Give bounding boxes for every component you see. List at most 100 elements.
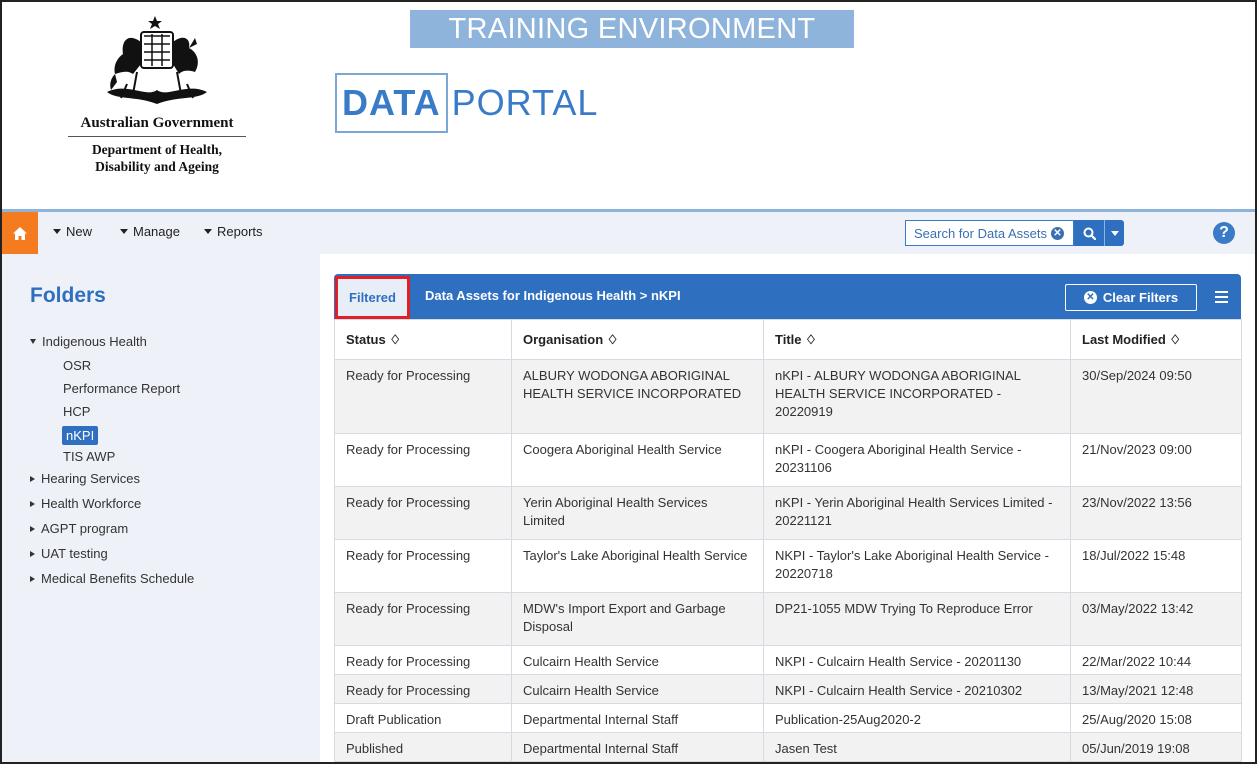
cell-last-modified: 30/Sep/2024 09:50 <box>1070 359 1242 434</box>
cell-organisation: Departmental Internal Staff <box>511 703 764 733</box>
folder-label: Hearing Services <box>41 471 140 486</box>
cell-title[interactable]: DP21-1055 MDW Trying To Reproduce Error <box>763 592 1071 646</box>
table-row[interactable]: Ready for Processing Culcairn Health Ser… <box>334 674 1242 704</box>
caret-down-icon <box>53 229 61 234</box>
help-icon[interactable]: ? <box>1213 222 1235 244</box>
cell-title[interactable]: NKPI - Taylor's Lake Aboriginal Health S… <box>763 539 1071 593</box>
collapsed-triangle-icon <box>30 500 35 507</box>
main-nav-bar: New Manage Reports ✕ ? <box>2 209 1255 254</box>
collapsed-triangle-icon <box>30 550 35 557</box>
folder-hcp[interactable]: HCP <box>30 403 310 421</box>
cell-status: Ready for Processing <box>334 645 512 675</box>
hamburger-menu-icon[interactable] <box>1215 291 1228 306</box>
cell-title[interactable]: Jasen Test <box>763 732 1071 762</box>
search-button[interactable] <box>1074 220 1104 246</box>
nav-manage-menu[interactable]: Manage <box>120 224 180 239</box>
folder-indigenous-health[interactable]: Indigenous Health <box>30 332 310 351</box>
folders-title: Folders <box>30 284 106 307</box>
folder-label: AGPT program <box>41 521 129 536</box>
department-name-line2: Disability and Ageing <box>95 159 219 174</box>
column-header-title[interactable]: Title ♢ <box>763 319 1071 360</box>
search-icon <box>1083 227 1096 240</box>
search-button-group <box>1074 220 1124 246</box>
cell-last-modified: 25/Aug/2020 15:08 <box>1070 703 1242 733</box>
training-environment-banner: TRAINING ENVIRONMENT <box>410 10 854 48</box>
home-button[interactable] <box>2 212 38 254</box>
folders-sidebar: Folders Indigenous Health OSR Performanc… <box>2 254 320 762</box>
column-header-last-modified[interactable]: Last Modified ♢ <box>1070 319 1242 360</box>
folder-osr[interactable]: OSR <box>30 357 310 375</box>
cell-last-modified: 23/Nov/2022 13:56 <box>1070 486 1242 540</box>
cell-title[interactable]: nKPI - Coogera Aboriginal Health Service… <box>763 433 1071 487</box>
table-row[interactable]: Published Departmental Internal Staff Ja… <box>334 732 1242 762</box>
clear-search-icon[interactable]: ✕ <box>1051 227 1064 240</box>
table-row[interactable]: Ready for Processing MDW's Import Export… <box>334 592 1242 646</box>
table-header-row: Status ♢ Organisation ♢ Title ♢ Last Mod… <box>334 319 1242 360</box>
cell-title[interactable]: nKPI - Yerin Aboriginal Health Services … <box>763 486 1071 540</box>
department-name-line1: Department of Health, <box>91 142 223 157</box>
collapsed-triangle-icon <box>30 525 35 532</box>
folder-label: Medical Benefits Schedule <box>41 571 195 586</box>
cell-organisation: MDW's Import Export and Garbage Disposal <box>511 592 764 646</box>
table-row[interactable]: Ready for Processing Coogera Aboriginal … <box>334 433 1242 487</box>
cell-last-modified: 21/Nov/2023 09:00 <box>1070 433 1242 487</box>
table-row[interactable]: Ready for Processing Taylor's Lake Abori… <box>334 539 1242 593</box>
nav-new-label: New <box>66 224 93 239</box>
cell-title[interactable]: nKPI - ALBURY WODONGA ABORIGINAL HEALTH … <box>763 359 1071 434</box>
clear-filters-button[interactable]: ✕ Clear Filters <box>1065 284 1197 311</box>
data-portal-logo[interactable]: DATA PORTAL <box>335 73 598 133</box>
cell-status: Ready for Processing <box>334 539 512 593</box>
table-row[interactable]: Ready for Processing Yerin Aboriginal He… <box>334 486 1242 540</box>
cell-title[interactable]: Publication-25Aug2020-2 <box>763 703 1071 733</box>
cell-last-modified: 18/Jul/2022 15:48 <box>1070 539 1242 593</box>
cell-status: Ready for Processing <box>334 359 512 434</box>
page-header: Australian Government Department of Heal… <box>2 2 1255 209</box>
table-row[interactable]: Ready for Processing ALBURY WODONGA ABOR… <box>334 359 1242 434</box>
folder-health-workforce[interactable]: Health Workforce <box>30 494 310 513</box>
nav-reports-label: Reports <box>217 224 263 239</box>
cell-title[interactable]: NKPI - Culcairn Health Service - 2020113… <box>763 645 1071 675</box>
nav-reports-menu[interactable]: Reports <box>204 224 263 239</box>
data-assets-table: Status ♢ Organisation ♢ Title ♢ Last Mod… <box>334 319 1242 762</box>
folder-label: Indigenous Health <box>42 334 147 349</box>
home-icon <box>13 226 27 240</box>
folder-nkpi-selected[interactable]: nKPI <box>62 426 99 445</box>
folder-tree: Indigenous Health OSR Performance Report… <box>30 332 310 594</box>
government-logo: Australian Government Department of Heal… <box>62 12 252 175</box>
coat-of-arms-icon <box>107 16 207 104</box>
cell-status: Draft Publication <box>334 703 512 733</box>
folder-label: UAT testing <box>41 546 108 561</box>
filtered-tab[interactable]: Filtered <box>335 276 410 319</box>
cell-organisation: Culcairn Health Service <box>511 674 764 704</box>
nav-manage-label: Manage <box>133 224 180 239</box>
app-window: Australian Government Department of Heal… <box>0 0 1257 764</box>
cell-organisation: Coogera Aboriginal Health Service <box>511 433 764 487</box>
cell-last-modified: 05/Jun/2019 19:08 <box>1070 732 1242 762</box>
table-row[interactable]: Draft Publication Departmental Internal … <box>334 703 1242 733</box>
nav-new-menu[interactable]: New <box>53 224 92 239</box>
search-options-dropdown[interactable] <box>1105 220 1124 246</box>
panel-title: Data Assets for Indigenous Health > nKPI <box>425 288 681 303</box>
expanded-triangle-icon <box>30 339 36 344</box>
cell-organisation: Departmental Internal Staff <box>511 732 764 762</box>
column-header-status[interactable]: Status ♢ <box>334 319 512 360</box>
government-name: Australian Government <box>80 115 234 131</box>
cell-organisation: ALBURY WODONGA ABORIGINAL HEALTH SERVICE… <box>511 359 764 434</box>
search-input[interactable] <box>905 220 1074 246</box>
cell-status: Ready for Processing <box>334 674 512 704</box>
folder-uat-testing[interactable]: UAT testing <box>30 544 310 563</box>
caret-down-icon <box>1110 230 1119 236</box>
cell-title[interactable]: NKPI - Culcairn Health Service - 2021030… <box>763 674 1071 704</box>
folder-hearing-services[interactable]: Hearing Services <box>30 469 310 488</box>
cell-status: Published <box>334 732 512 762</box>
folder-agpt-program[interactable]: AGPT program <box>30 519 310 538</box>
cell-organisation: Culcairn Health Service <box>511 645 764 675</box>
table-row[interactable]: Ready for Processing Culcairn Health Ser… <box>334 645 1242 675</box>
folder-performance-report[interactable]: Performance Report <box>30 380 310 398</box>
folder-medical-benefits-schedule[interactable]: Medical Benefits Schedule <box>30 569 310 588</box>
collapsed-triangle-icon <box>30 575 35 582</box>
folder-tis-awp[interactable]: TIS AWP <box>30 448 310 466</box>
cell-last-modified: 13/May/2021 12:48 <box>1070 674 1242 704</box>
collapsed-triangle-icon <box>30 475 35 482</box>
column-header-organisation[interactable]: Organisation ♢ <box>511 319 764 360</box>
